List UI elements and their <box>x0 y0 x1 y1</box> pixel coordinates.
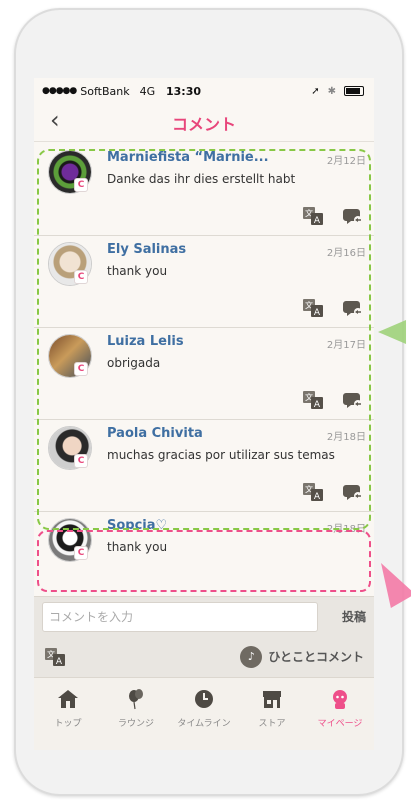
comment-author[interactable]: Ely Salinas <box>107 242 186 257</box>
translate-icon[interactable]: 文 A <box>302 206 324 226</box>
store-icon <box>263 691 281 708</box>
reply-icon[interactable] <box>342 298 364 318</box>
comment-text: obrigada <box>107 356 161 370</box>
bluetooth-icon: ✱ <box>327 85 336 97</box>
comment-date: 2月17日 <box>326 340 366 351</box>
status-time: 13:30 <box>166 84 202 98</box>
svg-text:A: A <box>314 308 321 318</box>
tab-mypage[interactable]: マイページ <box>308 688 372 750</box>
tab-lounge[interactable]: ラウンジ <box>104 688 168 750</box>
comment-item: C Luiza Lelis 2月17日 obrigada 文 A <box>34 328 374 420</box>
translate-icon[interactable]: 文 A <box>302 390 324 410</box>
comment-date: 2月16日 <box>326 248 366 259</box>
comment-toolbar: 文 A ♪ ひとことコメント <box>34 636 374 678</box>
translate-icon[interactable]: 文 A <box>302 482 324 502</box>
comment-item: C Marniefista “Marnie... 2月12日 Danke das… <box>34 144 374 236</box>
music-note-icon: ♪ <box>240 645 263 668</box>
comment-item: C Paola Chivita 2月18日 muchas gracias por… <box>34 420 374 512</box>
post-button[interactable]: 投稿 <box>342 608 366 625</box>
comment-input-bar: コメントを入力 投稿 <box>34 596 374 636</box>
status-left: ●●●●● SoftBank 4G <box>42 85 155 98</box>
tab-bar: トップ ラウンジ タイムライン ストア マイページ <box>34 678 374 750</box>
comment-actions: 文 A <box>302 206 364 226</box>
page-title: コメント <box>171 114 236 134</box>
comment-text: thank you <box>107 264 168 278</box>
svg-text:A: A <box>314 216 321 226</box>
member-badge-icon: C <box>74 178 88 192</box>
tab-label: マイページ <box>317 719 363 729</box>
comment-item: C Ely Salinas 2月16日 thank you 文 A <box>34 236 374 328</box>
comment-author[interactable]: Marniefista “Marnie... <box>107 150 269 165</box>
tab-top[interactable]: トップ <box>36 688 100 750</box>
comment-date: 2月18日 <box>326 432 366 443</box>
callout-arrow-green <box>378 320 406 344</box>
translate-icon[interactable]: 文 A <box>302 298 324 318</box>
comment-author[interactable]: Sopcia♡ <box>107 518 167 533</box>
comment-actions: 文 A <box>302 390 364 410</box>
network-label: 4G <box>139 84 156 98</box>
comment-item: C Sopcia♡ 2月18日 thank you <box>34 512 374 568</box>
tab-label: タイムライン <box>177 719 231 729</box>
comment-actions: 文 A <box>302 482 364 502</box>
back-button[interactable]: ‹ <box>50 106 60 134</box>
status-bar: ●●●●● SoftBank 4G 13:30 ➚ ✱ <box>34 78 374 104</box>
balloon-icon <box>129 689 143 710</box>
comment-author[interactable]: Paola Chivita <box>107 426 203 441</box>
comment-text: thank you <box>107 540 168 554</box>
reply-icon[interactable] <box>342 390 364 410</box>
hitokoto-label: ひとことコメント <box>268 650 364 664</box>
signal-dots-icon: ●●●●● <box>42 86 77 96</box>
comment-actions: 文 A <box>302 298 364 318</box>
status-right: ➚ ✱ <box>311 86 364 97</box>
svg-text:A: A <box>314 400 321 410</box>
member-badge-icon: C <box>74 454 88 468</box>
svg-text:A: A <box>314 492 321 502</box>
tab-store[interactable]: ストア <box>240 688 304 750</box>
comment-input[interactable]: コメントを入力 <box>42 601 318 632</box>
member-badge-icon: C <box>74 546 88 560</box>
home-icon <box>58 690 78 708</box>
carrier-label: SoftBank <box>80 84 130 98</box>
comment-text: Danke das ihr dies erstellt habt <box>107 172 296 186</box>
tab-label: ラウンジ <box>117 719 154 729</box>
clock-icon <box>195 690 213 708</box>
hitokoto-comment-button[interactable]: ♪ ひとことコメント <box>240 645 364 668</box>
app-screen: ●●●●● SoftBank 4G 13:30 ➚ ✱ ‹ コメント C Mar… <box>34 78 374 750</box>
reply-icon[interactable] <box>342 482 364 502</box>
comment-author[interactable]: Luiza Lelis <box>107 334 184 349</box>
reply-icon[interactable] <box>342 206 364 226</box>
tab-label: トップ <box>54 719 82 729</box>
translate-icon[interactable]: 文 A <box>44 647 66 667</box>
member-badge-icon: C <box>74 362 88 376</box>
battery-icon <box>344 86 364 96</box>
svg-text:A: A <box>56 657 63 667</box>
location-icon: ➚ <box>311 85 320 97</box>
comment-text: muchas gracias por utilizar sus temas <box>107 448 335 462</box>
tab-timeline[interactable]: タイムライン <box>172 688 236 750</box>
comment-date: 2月12日 <box>326 156 366 167</box>
comment-date: 2月18日 <box>326 524 366 535</box>
tab-label: ストア <box>258 719 286 729</box>
nav-bar: ‹ コメント <box>34 104 374 142</box>
comment-list[interactable]: C Marniefista “Marnie... 2月12日 Danke das… <box>34 144 374 568</box>
member-badge-icon: C <box>74 270 88 284</box>
mypage-icon <box>333 690 347 709</box>
